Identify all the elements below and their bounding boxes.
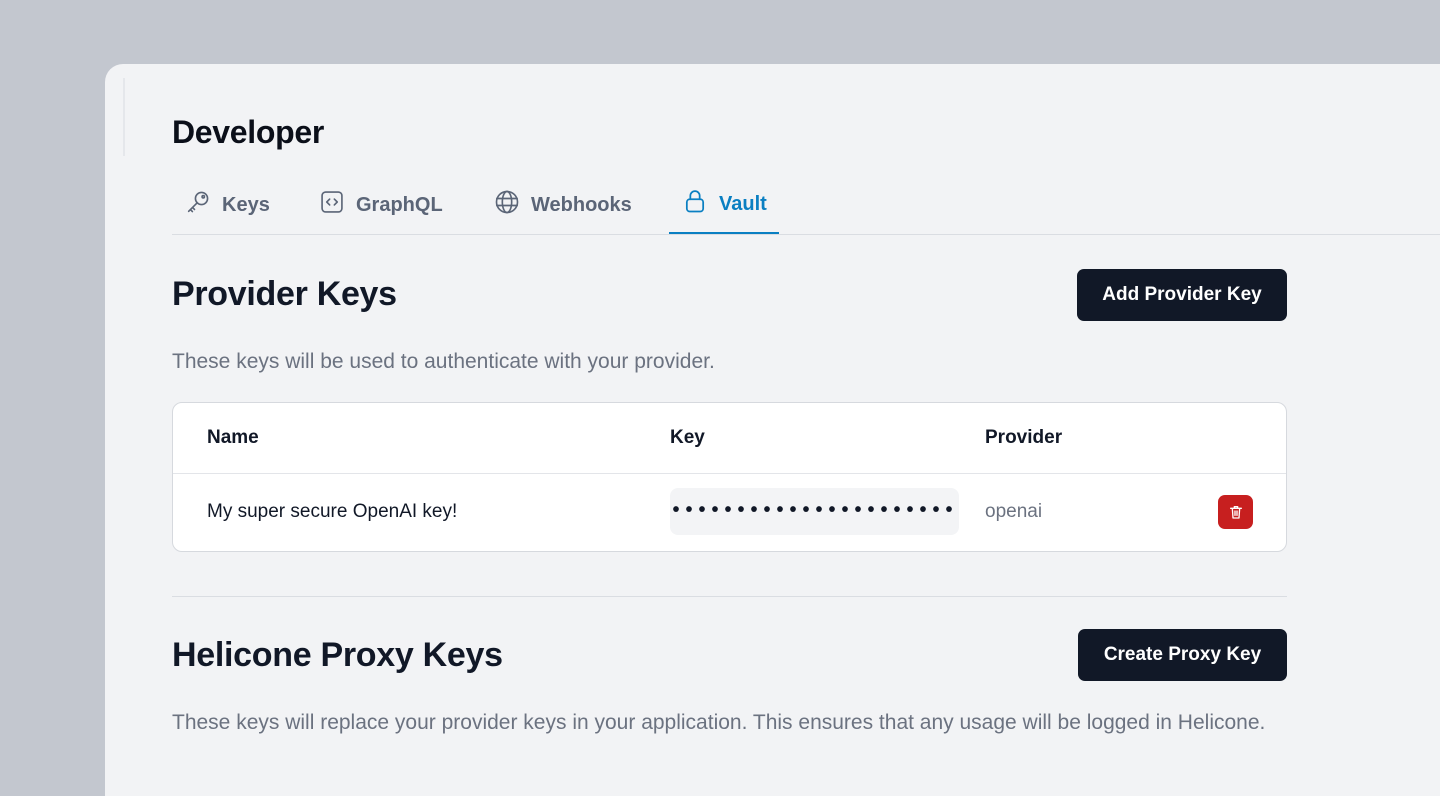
key-name-cell: My super secure OpenAI key!	[207, 501, 458, 522]
masked-key-field[interactable]	[670, 488, 959, 535]
tab-graphql-label: GraphQL	[356, 193, 443, 216]
code-icon	[318, 188, 346, 222]
proxy-keys-description: These keys will replace your provider ke…	[172, 711, 1266, 734]
provider-cell: openai	[985, 501, 1043, 522]
provider-keys-description: These keys will be used to authenticate …	[172, 350, 715, 373]
provider-keys-table: Name Key Provider My super secure OpenAI…	[172, 402, 1287, 552]
key-icon	[184, 188, 212, 222]
tab-bar: Keys GraphQL Webhooks Vault	[172, 176, 1440, 235]
column-header-name: Name	[207, 427, 259, 448]
proxy-keys-title: Helicone Proxy Keys	[172, 636, 503, 674]
table-row: My super secure OpenAI key! openai	[173, 474, 1286, 551]
lock-icon	[681, 187, 709, 221]
tab-keys[interactable]: Keys	[172, 176, 282, 234]
table-header: Name Key Provider	[173, 403, 1286, 474]
provider-keys-title: Provider Keys	[172, 275, 397, 313]
tab-webhooks-label: Webhooks	[531, 193, 632, 216]
app-window: Developer Keys GraphQL Webhooks Vault Pr…	[105, 64, 1440, 796]
tab-vault-label: Vault	[719, 192, 767, 215]
create-proxy-key-button[interactable]: Create Proxy Key	[1078, 629, 1287, 681]
trash-icon	[1228, 504, 1244, 520]
tab-graphql[interactable]: GraphQL	[306, 176, 455, 234]
sidebar-edge	[123, 78, 125, 156]
globe-icon	[493, 188, 521, 222]
tab-vault[interactable]: Vault	[669, 176, 779, 234]
section-divider	[172, 596, 1287, 597]
add-provider-key-button[interactable]: Add Provider Key	[1077, 269, 1287, 321]
column-header-provider: Provider	[985, 427, 1063, 448]
tab-keys-label: Keys	[222, 193, 270, 216]
tab-webhooks[interactable]: Webhooks	[481, 176, 644, 234]
column-header-key: Key	[670, 427, 705, 448]
page-title: Developer	[172, 114, 325, 150]
delete-key-button[interactable]	[1218, 495, 1253, 529]
